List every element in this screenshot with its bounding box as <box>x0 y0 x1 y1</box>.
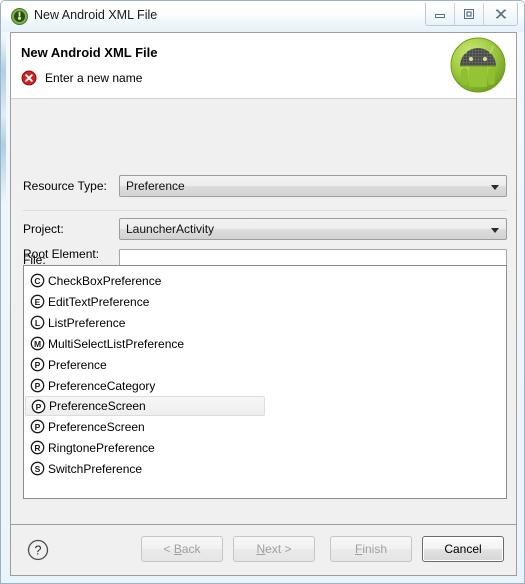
list-item[interactable]: P PreferenceCategory <box>25 375 505 396</box>
list-item[interactable]: S SwitchPreference <box>25 458 505 479</box>
minimize-button[interactable] <box>426 3 455 25</box>
status-message-row: Enter a new name <box>21 70 142 86</box>
button-bar: ? < Back Next > Finish Cancel <box>11 525 516 575</box>
list-item-label: PreferenceScreen <box>48 419 145 434</box>
next-button[interactable]: Next > <box>233 536 315 562</box>
list-item-label: EditTextPreference <box>48 294 150 309</box>
project-row: Project: LauncherActivity <box>11 218 516 242</box>
error-icon <box>21 70 37 86</box>
finish-button[interactable]: Finish <box>330 536 412 562</box>
svg-text:P: P <box>36 402 42 412</box>
list-item[interactable]: C CheckBoxPreference <box>25 270 505 291</box>
chevron-down-icon <box>491 228 499 233</box>
finish-button-label: Finish <box>354 542 388 556</box>
back-button-label: < Back <box>163 542 201 556</box>
root-element-list[interactable]: C CheckBoxPreference E EditTextPreference L L… <box>23 265 507 499</box>
project-label: Project: <box>23 222 64 236</box>
project-value: LauncherActivity <box>126 222 215 236</box>
svg-text:P: P <box>35 360 41 370</box>
list-item-label: CheckBoxPreference <box>48 273 162 288</box>
svg-text:P: P <box>35 422 41 432</box>
back-button[interactable]: < Back <box>141 536 223 562</box>
list-item-label: Preference <box>48 357 107 372</box>
resource-type-value: Preference <box>126 179 185 193</box>
svg-text:E: E <box>35 297 41 307</box>
root-element-label: Root Element: <box>23 247 100 261</box>
next-button-label: Next > <box>256 542 292 556</box>
svg-text:P: P <box>35 381 41 391</box>
svg-text:C: C <box>34 276 40 286</box>
element-type-icon: P <box>30 357 45 372</box>
list-item[interactable]: P Preference <box>25 354 505 375</box>
chevron-down-icon <box>491 185 499 190</box>
element-type-icon: E <box>30 294 45 309</box>
list-item-label: ListPreference <box>48 315 126 330</box>
android-head-icon <box>11 8 28 25</box>
list-items-container: C CheckBoxPreference E EditTextPreference L L… <box>24 270 506 479</box>
list-item[interactable]: E EditTextPreference <box>25 291 505 312</box>
element-type-icon: P <box>30 378 45 393</box>
title-bar: New Android XML File <box>1 1 524 32</box>
list-item-label: SwitchPreference <box>48 461 143 476</box>
divider-1 <box>23 210 507 211</box>
element-type-icon: S <box>30 461 45 476</box>
element-type-icon: C <box>30 273 45 288</box>
list-item[interactable]: R RingtonePreference <box>25 437 505 458</box>
element-type-icon: R <box>30 440 45 455</box>
list-item-label: RingtonePreference <box>48 440 155 455</box>
help-icon[interactable]: ? <box>27 539 49 561</box>
list-item[interactable]: P PreferenceScreen <box>25 416 505 437</box>
window-title: New Android XML File <box>34 8 158 22</box>
project-combo[interactable]: LauncherActivity <box>119 218 507 240</box>
window-controls <box>425 3 518 26</box>
wizard-header: New Android XML File Enter a new name <box>11 33 516 99</box>
svg-text:R: R <box>34 443 40 453</box>
cancel-button-label: Cancel <box>444 542 482 556</box>
window-edge-glow <box>1 35 6 235</box>
list-item[interactable]: L ListPreference <box>25 312 505 333</box>
page-title: New Android XML File <box>21 45 158 60</box>
status-message: Enter a new name <box>45 71 143 85</box>
svg-text:L: L <box>35 318 40 328</box>
resource-type-combo[interactable]: Preference <box>119 175 507 197</box>
element-type-icon: M <box>30 336 45 351</box>
svg-text:S: S <box>35 464 41 474</box>
svg-text:?: ? <box>35 544 42 558</box>
svg-text:M: M <box>34 339 41 349</box>
element-type-icon: P <box>31 399 46 413</box>
restore-button[interactable] <box>455 3 484 25</box>
dialog-content: New Android XML File Enter a new name Re… <box>10 32 517 576</box>
dialog-window: New Android XML File New Android XML Fil… <box>0 0 525 584</box>
close-button[interactable] <box>484 3 517 25</box>
element-type-icon: L <box>30 315 45 330</box>
element-type-icon: P <box>30 419 45 434</box>
list-item-label: MultiSelectListPreference <box>48 336 185 351</box>
resource-type-label: Resource Type: <box>23 179 107 193</box>
list-item-label: PreferenceScreen <box>49 399 146 413</box>
list-item-label: PreferenceCategory <box>48 378 156 393</box>
list-item[interactable]: M MultiSelectListPreference <box>25 333 505 354</box>
resource-type-row: Resource Type: Preference <box>11 175 516 199</box>
list-item[interactable]: P PreferenceScreen <box>25 396 265 416</box>
cancel-button[interactable]: Cancel <box>422 536 504 562</box>
android-robot-icon <box>448 35 508 95</box>
